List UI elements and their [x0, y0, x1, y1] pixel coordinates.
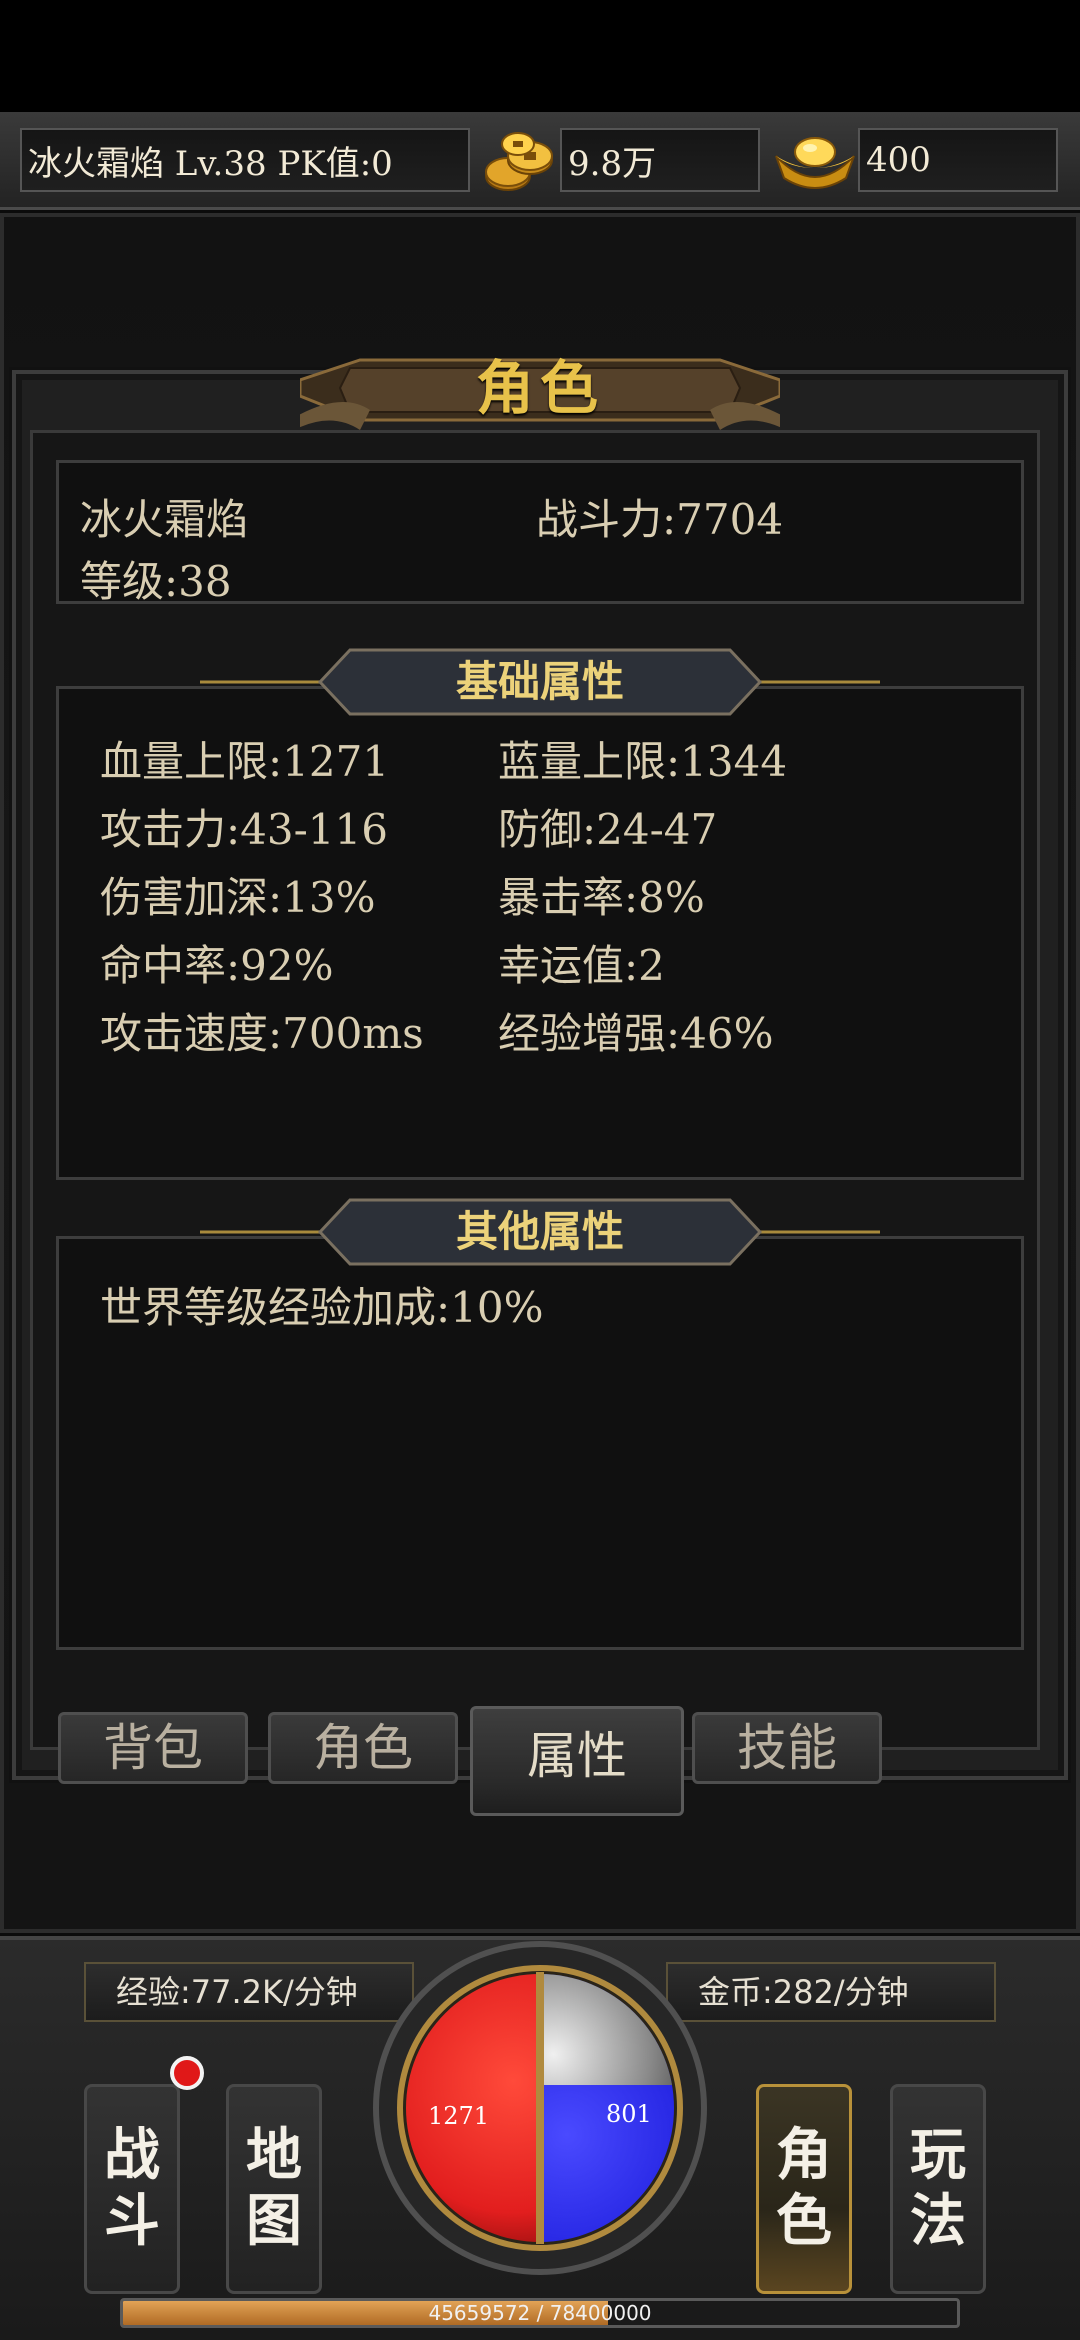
ingot-amount: 400 — [858, 128, 1058, 192]
stat-luck: 幸运值:2 — [498, 941, 665, 990]
stat-hp-max: 血量上限:1271 — [100, 737, 390, 786]
ingot-icon — [775, 137, 855, 189]
stat-crit-rate: 暴击率:8% — [498, 873, 705, 922]
stat-world-level-exp: 世界等级经验加成:10% — [100, 1283, 544, 1332]
combat-power: 战斗力:7704 — [536, 495, 784, 544]
hp-mp-orb — [373, 1941, 707, 2275]
status-bar — [0, 0, 1080, 112]
exp-progress-text: 45659572 / 78400000 — [428, 2301, 652, 2325]
coin-icon — [485, 132, 553, 191]
map-button[interactable]: 地 图 — [226, 2084, 322, 2294]
gameplay-button[interactable]: 玩 法 — [890, 2084, 986, 2294]
mp-value: 801 — [606, 2100, 652, 2128]
stat-exp-boost: 经验增强:46% — [498, 1009, 774, 1058]
character-button-label-2: 色 — [776, 2189, 832, 2254]
gold-amount: 9.8万 — [560, 128, 760, 192]
stat-damage-boost: 伤害加深:13% — [100, 873, 376, 922]
player-info: 冰火霜焰 Lv.38 PK值:0 — [20, 128, 470, 192]
tab-attributes[interactable]: 属性 — [470, 1706, 684, 1816]
character-button-label-1: 角 — [776, 2123, 832, 2188]
gameplay-button-label-2: 法 — [910, 2189, 966, 2254]
notification-dot — [170, 2056, 204, 2090]
stat-attack-speed: 攻击速度:700ms — [100, 1009, 424, 1058]
exp-rate: 经验:77.2K/分钟 — [84, 1962, 414, 2022]
stat-attack: 攻击力:43-116 — [100, 805, 388, 854]
panel-title: 角色 — [475, 354, 604, 422]
battle-button[interactable]: 战 斗 — [84, 2084, 180, 2294]
stat-defense: 防御:24-47 — [498, 805, 718, 854]
hp-value: 1271 — [428, 2102, 490, 2130]
map-button-label-1: 地 — [246, 2123, 302, 2188]
map-button-label-2: 图 — [246, 2189, 302, 2254]
stat-mp-max: 蓝量上限:1344 — [498, 737, 788, 786]
character-name: 冰火霜焰 — [80, 495, 249, 544]
battle-button-label-1: 战 — [104, 2123, 160, 2188]
gold-rate: 金币:282/分钟 — [666, 1962, 996, 2022]
top-bar: 冰火霜焰 Lv.38 PK值:0 9.8万 400 — [0, 112, 1080, 210]
tab-bag[interactable]: 背包 — [58, 1712, 248, 1784]
tab-skills[interactable]: 技能 — [692, 1712, 882, 1784]
tab-character[interactable]: 角色 — [268, 1712, 458, 1784]
stat-hit-rate: 命中率:92% — [100, 941, 334, 990]
battle-button-label-2: 斗 — [104, 2189, 160, 2254]
character-level: 等级:38 — [80, 557, 232, 606]
gameplay-button-label-1: 玩 — [910, 2123, 966, 2188]
other-attributes-title: 其他属性 — [455, 1207, 624, 1256]
basic-attributes-title: 基础属性 — [455, 657, 624, 706]
character-button[interactable]: 角 色 — [756, 2084, 852, 2294]
